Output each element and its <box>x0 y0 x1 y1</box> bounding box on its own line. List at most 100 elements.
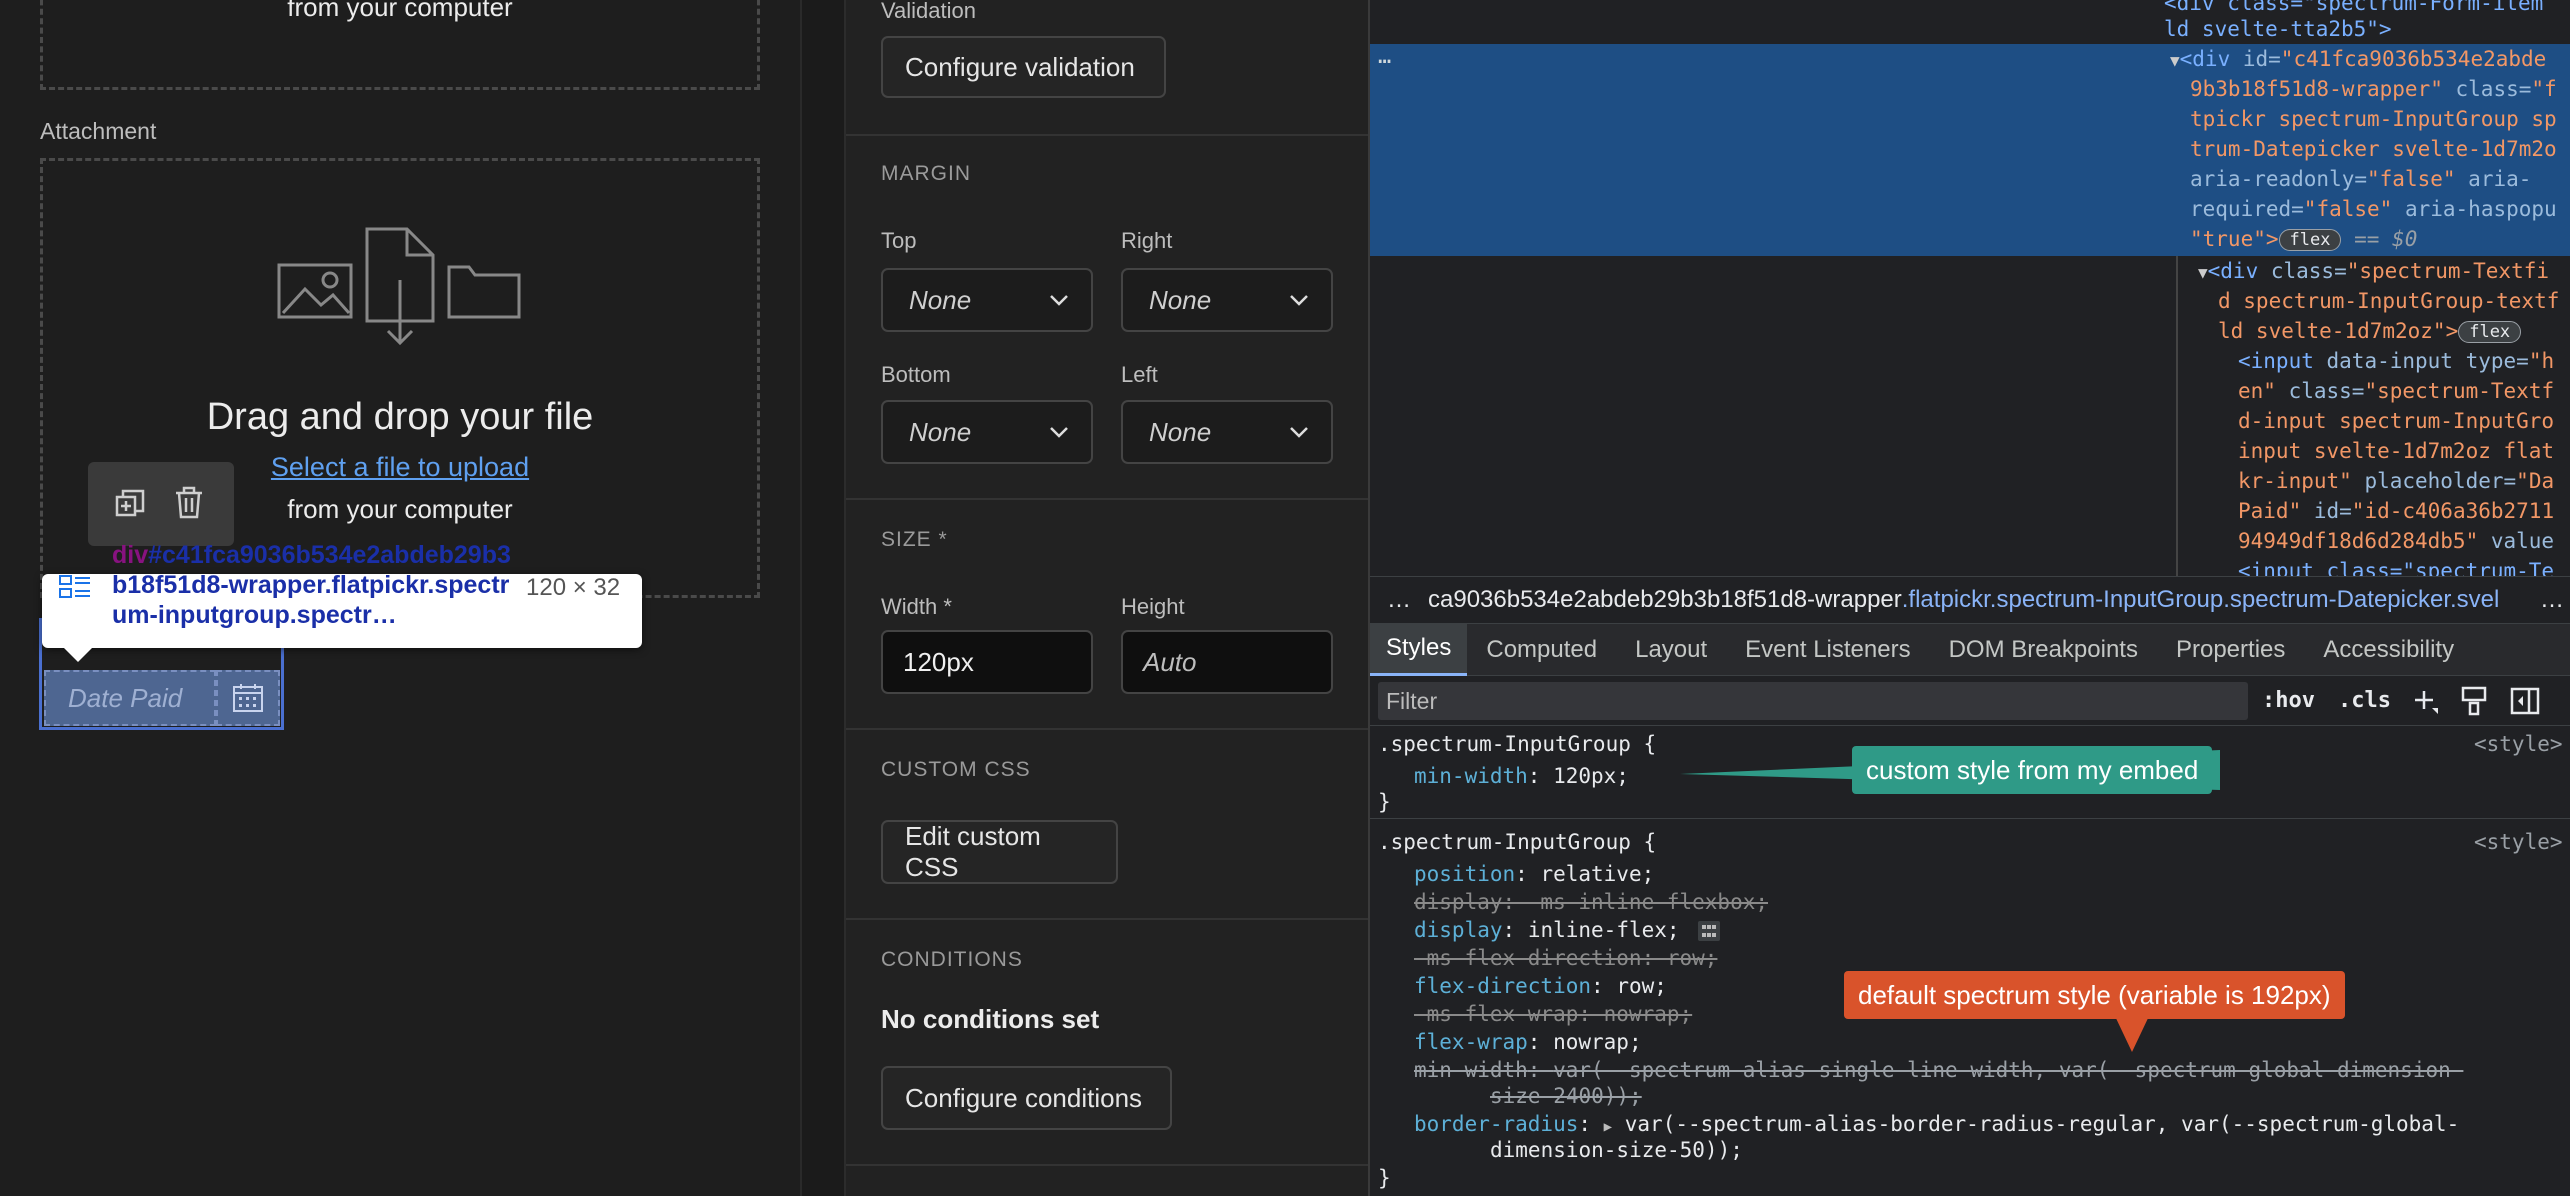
css-prop: min-width <box>1414 764 1528 788</box>
dom-breadcrumb[interactable]: … ca9036b534e2abdeb29b3b18f51d8-wrapper.… <box>1370 576 2570 624</box>
datepicker-input[interactable]: Date Paid <box>44 670 216 726</box>
styles-filter-input[interactable]: Filter <box>1378 682 2248 720</box>
tab-label: Styles <box>1386 634 1452 661</box>
new-style-rule-icon[interactable] <box>2412 688 2438 714</box>
margin-left-value: None <box>1149 416 1212 447</box>
rule2-decl[interactable]: position: relative; <box>1414 860 1654 888</box>
rule2-decl[interactable]: flex-direction: row; <box>1414 972 1667 1000</box>
callout-default-style: default spectrum style (variable is 192p… <box>1844 971 2345 1019</box>
dom-node[interactable]: <input data-input type="h <box>2238 346 2554 376</box>
dom-line: Paid" id="id-c406a36b2711 <box>2238 496 2554 526</box>
rule2-source[interactable]: <style> <box>2474 828 2563 856</box>
tooltip-size: 120 × 32 <box>526 574 621 601</box>
dom-text: id= <box>2301 499 2352 523</box>
rule2-decl[interactable]: flex-wrap: nowrap; <box>1414 1028 1642 1056</box>
rule2-decl-overridden[interactable]: display: -ms-inline-flexbox; <box>1414 888 1768 916</box>
edit-custom-css-button[interactable]: Edit custom CSS <box>881 820 1118 884</box>
css-prop: flex-wrap <box>1414 1030 1528 1054</box>
rule2-decl[interactable]: display: inline-flex; <box>1414 916 1721 944</box>
dom-line: d spectrum-InputGroup-textf <box>2218 286 2559 316</box>
margin-left-select[interactable]: None <box>1121 400 1333 464</box>
styles-filter-bar: Filter :hov .cls <box>1370 676 2570 726</box>
dom-text: Paid" <box>2238 499 2302 523</box>
cls-toggle[interactable]: .cls <box>2338 688 2391 713</box>
dom-text: "false" <box>2367 167 2456 191</box>
dom-text: ld svelte-tta2b5"> <box>2164 17 2392 41</box>
tab-label: Event Listeners <box>1745 635 1911 663</box>
dom-line: trum-Datepicker svelte-1d7m2o <box>2190 134 2557 164</box>
rule2-decl-min-width-overridden[interactable]: min-width: var(--spectrum-alias-single-l… <box>1414 1056 2463 1084</box>
tab-label: DOM Breakpoints <box>1948 635 2138 663</box>
rule2-decl-continuation: size-2400)); <box>1490 1084 1642 1108</box>
rule1-close: } <box>1378 790 1391 814</box>
dom-text: <div <box>2207 259 2271 283</box>
chevron-down-icon <box>1050 427 1068 438</box>
hov-toggle[interactable]: :hov <box>2262 688 2315 713</box>
dom-text: class= <box>2270 259 2347 283</box>
dom-line: en" class="spectrum-Textf <box>2238 376 2554 406</box>
rule1-selector[interactable]: .spectrum-InputGroup { <box>1378 730 1656 758</box>
tab-styles[interactable]: Styles <box>1370 623 1468 676</box>
dom-text: id= <box>2242 47 2281 71</box>
tab-properties[interactable]: Properties <box>2157 636 2304 664</box>
dom-ellipsis[interactable]: … <box>1378 44 1391 69</box>
height-placeholder: Auto <box>1143 646 1197 677</box>
breadcrumb-more[interactable]: … <box>1370 586 1428 614</box>
tab-layout[interactable]: Layout <box>1616 636 1726 664</box>
tooltip-tag: div <box>112 541 149 569</box>
height-input[interactable]: Auto <box>1121 630 1333 694</box>
dom-text: tpickr spectrum-InputGroup sp <box>2190 107 2557 131</box>
conditions-status: No conditions set <box>881 1004 1100 1034</box>
rule2-decl-overridden[interactable]: -ms-flex-direction: row; <box>1414 944 1717 972</box>
datepicker-calendar-button[interactable] <box>216 670 280 726</box>
css-val: var(--spectrum-alias-single-line-width, … <box>1553 1058 2464 1082</box>
breadcrumb-more-right[interactable]: … <box>2532 586 2570 614</box>
toggle-sidebar-icon[interactable] <box>2510 686 2540 716</box>
attachment-label: Attachment <box>40 118 157 144</box>
dom-line: aria-readonly="false" aria- <box>2190 164 2531 194</box>
dom-line: tpickr spectrum-InputGroup sp <box>2190 104 2557 134</box>
dom-node-selected[interactable]: ▼<div id="c41fca9036b534e2abde <box>2170 44 2546 76</box>
dom-text: <input class="spectrum-Te <box>2238 559 2555 576</box>
dom-text: d spectrum-InputGroup-textf <box>2218 289 2560 313</box>
rule2-decl-overridden[interactable]: -ms-flex-wrap: nowrap; <box>1414 1000 1692 1028</box>
dom-text: value <box>2478 529 2555 553</box>
dom-text: input svelte-1d7m2oz flat <box>2238 439 2555 463</box>
dom-text: class= <box>2442 77 2532 101</box>
css-prop: min-width <box>1414 1058 1528 1082</box>
tab-computed[interactable]: Computed <box>1467 636 1616 664</box>
element-grid-icon <box>59 575 90 598</box>
dom-text: class= <box>2275 379 2365 403</box>
margin-top-select[interactable]: None <box>881 268 1093 332</box>
margin-bottom-select[interactable]: None <box>881 400 1093 464</box>
upload-top-text: from your computer <box>287 0 513 22</box>
tab-dom-breakpoints[interactable]: DOM Breakpoints <box>1930 636 2157 664</box>
dom-text: placeholder= <box>2351 469 2517 493</box>
dom-line: "true"> flex == $0 <box>2190 224 2417 254</box>
configure-validation-button[interactable]: Configure validation <box>881 36 1166 98</box>
dom-text: data-input type= <box>2326 349 2529 373</box>
flex-badge[interactable]: flex <box>2458 321 2522 343</box>
delete-icon[interactable] <box>174 486 204 520</box>
tab-event-listeners[interactable]: Event Listeners <box>1726 636 1929 664</box>
duplicate-icon[interactable] <box>114 488 146 520</box>
dom-text: aria- <box>2455 167 2532 191</box>
configure-conditions-button[interactable]: Configure conditions <box>881 1066 1172 1130</box>
flex-badge[interactable]: flex <box>2278 229 2342 251</box>
dom-node[interactable]: ▼<div class="spectrum-Textfi <box>2198 256 2549 288</box>
datepicker-placeholder: Date Paid <box>68 682 183 713</box>
paint-brush-icon[interactable] <box>2460 686 2488 716</box>
breadcrumb-classes: .flatpickr.spectrum-InputGroup.spectrum-… <box>1901 586 2500 613</box>
dom-text: "false" <box>2303 197 2393 221</box>
dom-text: aria-haspopu <box>2392 197 2557 221</box>
dom-text: <input <box>2238 349 2327 373</box>
margin-right-select[interactable]: None <box>1121 268 1333 332</box>
rule1-source[interactable]: <style> <box>2474 730 2563 758</box>
rule1-decl[interactable]: min-width: 120px; <box>1414 762 1629 790</box>
dom-text: "f <box>2531 77 2557 101</box>
rule2-selector[interactable]: .spectrum-InputGroup { <box>1378 828 1656 856</box>
flexbox-editor-icon[interactable] <box>1698 921 1721 941</box>
tab-accessibility[interactable]: Accessibility <box>2304 636 2473 664</box>
width-input[interactable]: 120px <box>881 630 1093 694</box>
filter-placeholder: Filter <box>1386 687 1438 714</box>
